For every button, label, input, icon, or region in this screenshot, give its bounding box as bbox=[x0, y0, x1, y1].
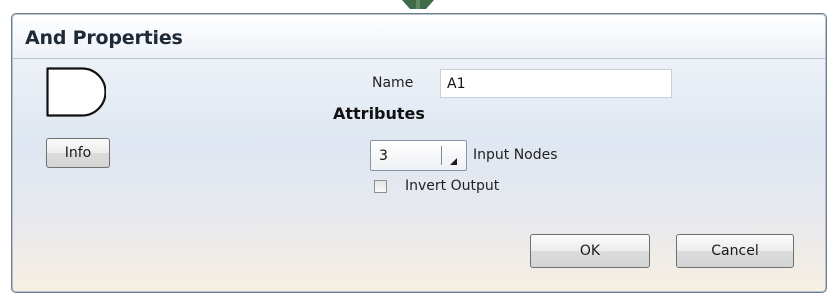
input-nodes-dropdown[interactable]: 3 bbox=[370, 140, 467, 171]
invert-output-label: Invert Output bbox=[405, 178, 500, 194]
input-nodes-label: Input Nodes bbox=[473, 147, 558, 163]
ok-button[interactable]: OK bbox=[530, 234, 650, 268]
and-gate-icon bbox=[46, 67, 106, 117]
input-nodes-value: 3 bbox=[379, 148, 388, 164]
dialog-title: And Properties bbox=[25, 27, 183, 49]
name-label: Name bbox=[372, 75, 414, 91]
cancel-button[interactable]: Cancel bbox=[676, 234, 794, 268]
title-divider bbox=[12, 58, 826, 59]
name-input[interactable] bbox=[440, 69, 672, 98]
info-button[interactable]: Info bbox=[46, 138, 110, 168]
attributes-heading: Attributes bbox=[333, 104, 425, 123]
invert-output-checkbox[interactable] bbox=[374, 180, 387, 193]
dropdown-arrow-icon bbox=[450, 158, 457, 165]
dropdown-separator bbox=[441, 146, 442, 165]
drag-handle-icon bbox=[402, 0, 434, 9]
